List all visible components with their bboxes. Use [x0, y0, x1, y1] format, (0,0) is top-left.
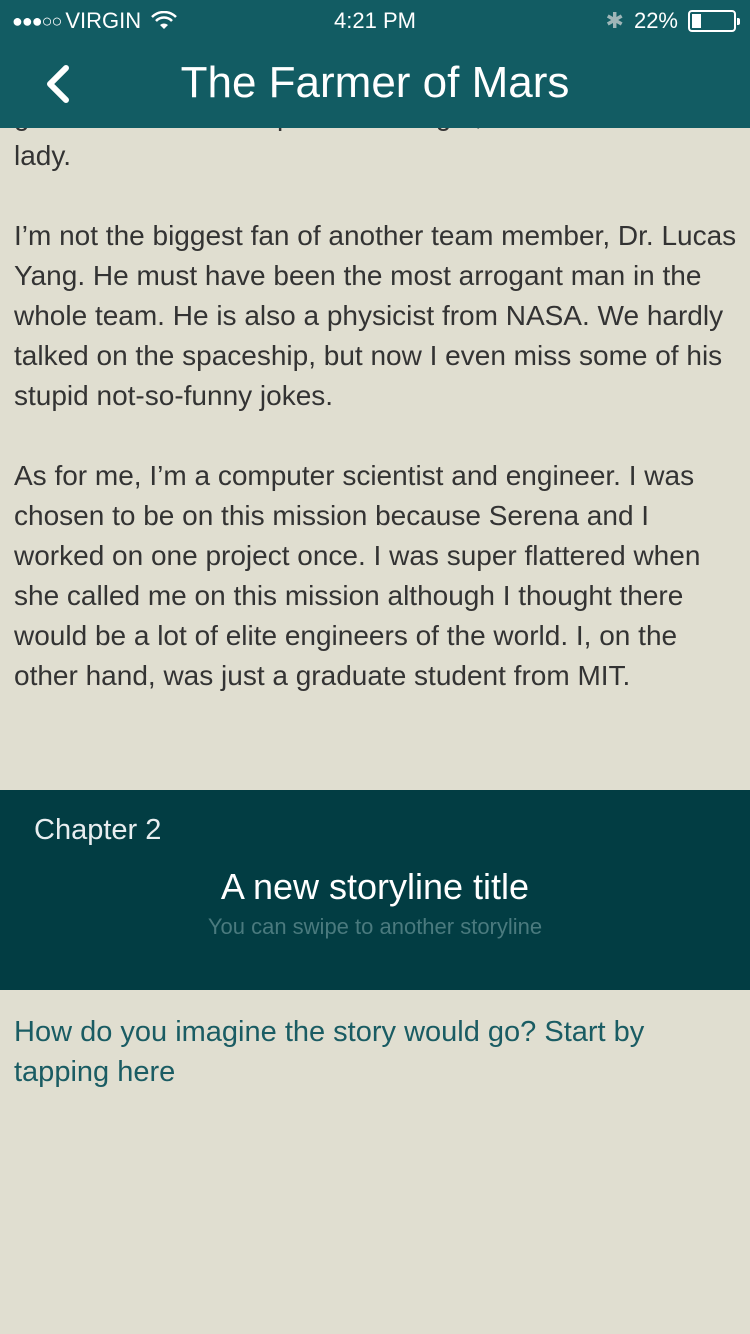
page-title: The Farmer of Mars [180, 58, 570, 107]
battery-icon [688, 10, 740, 32]
chapter-label: Chapter 2 [34, 814, 162, 846]
story-input-prompt[interactable]: How do you imagine the story would go? S… [14, 1012, 714, 1092]
swipe-hint: You can swipe to another storyline [207, 914, 543, 939]
battery-percent: 22% [633, 8, 678, 33]
status-right: ✱ 22% [605, 8, 740, 34]
bluetooth-icon: ✱ [605, 8, 624, 33]
story-paragraph: lady. [14, 140, 72, 171]
battery-fill [692, 14, 701, 28]
navigation-bar: ●●●○○ VIRGIN 4:21 PM ✱ 22% The Farmer of… [0, 0, 750, 128]
story-paragraph: As for me, I’m a computer scientist and … [14, 460, 701, 691]
storyline-title: A new storyline title [220, 866, 530, 907]
status-bar: ●●●○○ VIRGIN 4:21 PM ✱ 22% [0, 0, 750, 40]
story-text: good care of the samples we brought, suc… [14, 96, 739, 736]
story-paragraph: I’m not the biggest fan of another team … [14, 220, 737, 411]
chapter-card[interactable]: Chapter 2 A new storyline title You can … [0, 790, 750, 990]
